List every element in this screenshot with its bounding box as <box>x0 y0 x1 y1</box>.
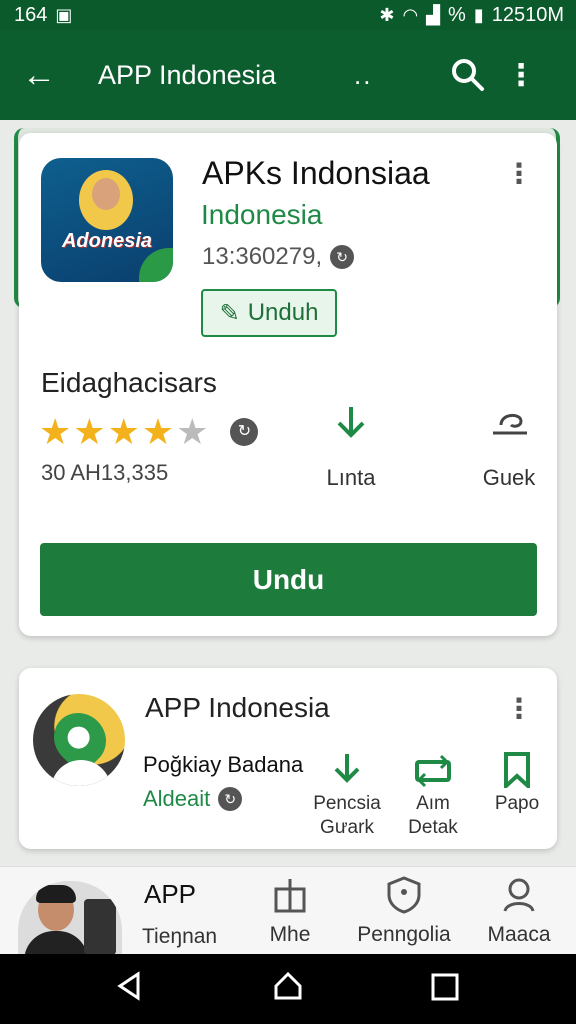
app-install-count: 13:360279, ↻ <box>202 243 355 271</box>
search-icon[interactable] <box>444 51 492 99</box>
status-time-right: 12510M <box>491 3 564 26</box>
share-icon <box>459 403 559 453</box>
install-button[interactable]: Undu <box>40 543 537 616</box>
person-icon <box>486 875 552 919</box>
sync-icon: ↻ <box>330 245 355 269</box>
related-more-icon[interactable]: ⋮ <box>505 692 533 725</box>
unduh-small-label: Unduh <box>247 299 319 326</box>
avatar-hair <box>36 885 76 903</box>
card-more-icon[interactable]: ⋮ <box>505 157 533 190</box>
back-triangle-icon[interactable] <box>114 970 144 1010</box>
bottom-navigation: APP Tieŋnan Mhe Penngolia Maaca <box>0 866 576 955</box>
app-developer[interactable]: Indonesia <box>201 199 322 231</box>
wifi-icon: ◠ <box>402 4 419 25</box>
share-stat[interactable]: Guek <box>459 403 559 491</box>
related-app-name: Poğkiay Badana <box>143 752 304 777</box>
app-name: APKs Indonsiaa <box>202 155 430 191</box>
person-avatar <box>79 170 133 230</box>
app-icon[interactable]: Adonesia <box>41 158 173 282</box>
chart-bars-icon <box>262 875 318 919</box>
related-app-sub-text: Aldeait <box>143 786 211 811</box>
back-arrow-icon[interactable]: ← <box>22 56 64 95</box>
toolbar-title: APP Indonesia <box>98 59 277 90</box>
sync-icon: ↻ <box>218 787 243 811</box>
system-navigation-bar <box>0 954 576 1024</box>
star-icon: ★ <box>107 411 140 452</box>
related-app-avatar <box>33 694 125 786</box>
install-count-text: 13:360279, <box>202 243 323 270</box>
recents-square-icon[interactable] <box>430 970 460 1010</box>
status-time-left: 164 <box>14 3 48 26</box>
star-empty-icon: ★ <box>176 411 209 452</box>
avatar-suit <box>24 931 88 955</box>
download-stat-label: Lınta <box>326 465 376 490</box>
section-label: Eidaghacisars <box>41 367 217 398</box>
action-label-line2: Detak <box>408 817 458 838</box>
download-arrow-icon <box>301 403 401 453</box>
action-label-line2: Papo <box>494 793 540 814</box>
share-stat-label: Guek <box>482 465 536 490</box>
nav-item-maaca[interactable]: Maaca <box>486 875 552 947</box>
action-label-line1: Pencsia <box>313 793 381 814</box>
home-icon[interactable] <box>272 970 304 1010</box>
related-bookmark-action[interactable]: Papo <box>485 752 549 816</box>
nav-item-label: Maaca <box>487 923 551 946</box>
swap-icon <box>397 752 469 792</box>
nav-first-title[interactable]: APP <box>144 879 196 910</box>
refresh-icon[interactable]: ↻ <box>230 418 259 446</box>
star-icon: ★ <box>39 411 72 452</box>
status-bar: 164 ▣ ✱ ◠ ▟ % ▮ 12510M <box>0 0 576 30</box>
related-app-card[interactable]: APP Indonesia ⋮ Poğkiay Badana Aldeait ↻… <box>19 668 557 849</box>
app-toolbar: ← APP Indonesia .. ⋮ <box>0 30 576 120</box>
nav-item-label: Mhe <box>269 923 311 946</box>
signal-icon: ▟ <box>426 4 441 25</box>
nav-item-mhe[interactable]: Mhe <box>262 875 318 947</box>
action-label-line2: Gưark <box>320 817 374 838</box>
download-arrow-icon <box>307 752 387 792</box>
toolbar-dots: .. <box>354 59 373 90</box>
nav-item-label: Penngolia <box>357 923 451 946</box>
nav-item-penngolia[interactable]: Penngolia <box>356 875 452 947</box>
nav-first-label[interactable]: Tieŋnan <box>142 925 217 949</box>
page-curl-icon <box>139 248 173 282</box>
image-notification-icon: ▣ <box>55 4 73 25</box>
app-icon-text: Adonesia <box>61 230 153 252</box>
bluetooth-icon: ✱ <box>379 4 395 25</box>
profile-avatar[interactable] <box>18 881 122 955</box>
phone-icon <box>84 899 116 955</box>
more-vert-icon[interactable]: ⋮ <box>506 58 536 93</box>
download-stat[interactable]: Lınta <box>301 403 401 491</box>
shield-icon <box>356 875 452 919</box>
related-app-title: APP Indonesia <box>145 692 330 723</box>
related-download-action[interactable]: Pencsia Gưark <box>307 752 387 840</box>
pin-icon: ✎ <box>219 299 240 327</box>
battery-percent: % <box>448 3 466 26</box>
related-app-sub: Aldeait ↻ <box>143 786 243 812</box>
related-detail-action[interactable]: Aım Detak <box>397 752 469 840</box>
unduh-small-button[interactable]: ✎ Unduh <box>201 289 337 337</box>
battery-icon: ▮ <box>473 4 484 25</box>
app-detail-card: Adonesia APKs Indonsiaa Indonesia 13:360… <box>19 133 557 636</box>
avatar-body <box>51 760 111 786</box>
rating-count: 30 AH13,335 <box>41 460 169 485</box>
bookmark-icon <box>485 752 549 792</box>
rating-stars: ★ ★ ★ ★ ★ ↻ <box>39 411 259 453</box>
star-icon: ★ <box>73 411 106 452</box>
action-label-line1: Aım <box>416 793 450 814</box>
star-icon: ★ <box>141 411 175 452</box>
